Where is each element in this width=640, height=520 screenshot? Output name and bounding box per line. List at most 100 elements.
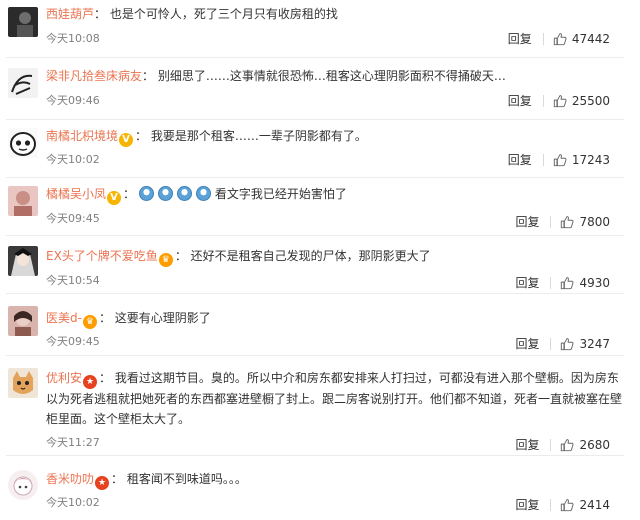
comment-text-line: 南橘北枳境境 V： 我要是那个租客……一辈子阴影都有了。 (46, 129, 367, 147)
comment-text-line: 医美d- ♛： 这要有心理阴影了 (46, 311, 211, 329)
reply-button[interactable]: 回复 (515, 215, 539, 229)
comment-item: 优利安 ★： 我看过这期节目。臭的。所以中介和房东都安排来人打扫过，可都没有进入那… (0, 356, 640, 456)
reply-button[interactable]: 回复 (515, 498, 539, 512)
avatar[interactable] (8, 470, 38, 500)
comment-text-line: 橘橘吴小凤 V： 看文字我已经开始害怕了 (46, 186, 347, 205)
timestamp: 今天10:02 (46, 496, 100, 509)
crying-emoji-icon (195, 186, 211, 201)
comment-item: 香米叻叻 ★： 租客闻不到味道吗。。。 今天10:02 回复 2414 (0, 456, 640, 520)
like-button[interactable]: 2680 (560, 438, 610, 452)
comment-content: 这要有心理阴影了 (114, 311, 211, 325)
comment-content: 租客闻不到味道吗。。。 (126, 472, 247, 486)
comment-text-line: 西娃葫芦： 也是个可怜人，死了三个月只有收房租的找 (46, 7, 338, 21)
cartoon-face-avatar-icon (8, 128, 38, 158)
reply-button[interactable]: 回复 (515, 438, 539, 452)
star-badge-icon: ★ (95, 476, 110, 490)
comment-actions: 回复 4930 (515, 276, 610, 290)
avatar[interactable] (8, 68, 38, 98)
thumbs-up-icon (561, 216, 574, 229)
timestamp: 今天09:45 (46, 212, 100, 225)
like-button[interactable]: 47442 (553, 32, 610, 46)
like-button[interactable]: 25500 (553, 94, 610, 108)
avatar[interactable] (8, 7, 38, 37)
username-link[interactable]: 香米叻叻 (46, 472, 94, 486)
verified-v-badge-icon: V (119, 133, 134, 147)
star-badge-icon: ★ (83, 375, 98, 389)
comment-actions: 回复 2414 (515, 498, 610, 512)
thumbs-up-icon (553, 154, 567, 167)
comment-actions: 回复 7800 (515, 215, 610, 229)
crown-badge-icon: ♛ (158, 253, 173, 267)
action-divider (542, 95, 544, 107)
action-divider (550, 499, 552, 511)
thumbs-up-icon (553, 33, 567, 46)
timestamp: 今天10:54 (46, 274, 100, 287)
avatar[interactable] (8, 186, 38, 216)
crown-badge-icon: ♛ (82, 315, 97, 329)
crying-emoji-icon (157, 186, 173, 201)
portrait-photo-avatar-icon (8, 306, 38, 336)
action-divider (542, 33, 544, 45)
reply-button[interactable]: 回复 (508, 153, 532, 167)
dark-portrait-avatar-icon (8, 7, 38, 37)
comment-item: 南橘北枳境境 V： 我要是那个租客……一辈子阴影都有了。 今天10:02 回复 1… (0, 120, 640, 178)
comment-content: 也是个可怜人，死了三个月只有收房租的找 (109, 7, 338, 21)
like-count: 17243 (571, 153, 610, 167)
action-divider (550, 439, 552, 451)
comment-text-line: 梁非凡拾叁床病友： 别细思了……这事情就很恐怖…租客这心理阴影面积不得捅破天… (46, 69, 506, 83)
like-button[interactable]: 3247 (560, 337, 610, 351)
like-count: 47442 (571, 32, 610, 46)
action-divider (542, 154, 544, 166)
verified-v-badge-icon: V (107, 191, 122, 205)
avatar[interactable] (8, 246, 38, 276)
crying-emoji-icon (176, 186, 192, 201)
username-link[interactable]: 橘橘吴小凤 (46, 187, 106, 201)
reply-button[interactable]: 回复 (508, 32, 532, 46)
comment-content: 我看过这期节目。臭的。所以中介和房东都安排来人打扫过，可都没有进入那个壁橱。因为… (46, 371, 623, 426)
pink-photo-avatar-icon (8, 186, 38, 216)
username-link[interactable]: 医美d- (46, 311, 82, 325)
like-count: 3247 (579, 337, 610, 351)
like-count: 4930 (579, 276, 610, 290)
like-button[interactable]: 17243 (553, 153, 610, 167)
avatar[interactable] (8, 128, 38, 158)
comment-actions: 回复 2680 (515, 438, 610, 452)
anime-avatar-icon (8, 246, 38, 276)
like-button[interactable]: 7800 (560, 215, 610, 229)
comment-content: 别细思了……这事情就很恐怖…租客这心理阴影面积不得捅破天… (157, 69, 506, 83)
username-link[interactable]: 南橘北枳境境 (46, 129, 118, 143)
like-count: 2680 (579, 438, 610, 452)
thumbs-up-icon (561, 277, 574, 290)
thumbs-up-icon (561, 439, 574, 452)
like-button[interactable]: 4930 (560, 276, 610, 290)
reply-button[interactable]: 回复 (515, 276, 539, 290)
cartoon-girl-avatar-icon (8, 470, 38, 500)
comment-content: 还好不是租客自己发现的尸体，那阴影更大了 (190, 249, 431, 263)
reply-button[interactable]: 回复 (508, 94, 532, 108)
avatar[interactable] (8, 306, 38, 336)
comment-item: 梁非凡拾叁床病友： 别细思了……这事情就很恐怖…租客这心理阴影面积不得捅破天… … (0, 58, 640, 120)
comment-content: 看文字我已经开始害怕了 (214, 187, 347, 201)
username-link[interactable]: EX头了个牌不爱吃鱼 (46, 249, 158, 263)
action-divider (550, 216, 552, 228)
timestamp: 今天09:46 (46, 94, 100, 107)
username-link[interactable]: 优利安 (46, 371, 82, 385)
comment-list: 西娃葫芦： 也是个可怜人，死了三个月只有收房租的找 今天10:08 回复 474… (0, 0, 640, 520)
like-count: 25500 (571, 94, 610, 108)
timestamp: 今天11:27 (46, 436, 100, 449)
comment-actions: 回复 47442 (508, 32, 610, 46)
avatar[interactable] (8, 368, 38, 398)
cat-avatar-icon (8, 368, 38, 398)
comment-text-block: 优利安 ★： 我看过这期节目。臭的。所以中介和房东都安排来人打扫过，可都没有进入那… (46, 371, 623, 426)
comment-actions: 回复 25500 (508, 94, 610, 108)
comment-text-line: EX头了个牌不爱吃鱼 ♛： 还好不是租客自己发现的尸体，那阴影更大了 (46, 249, 431, 267)
comment-actions: 回复 3247 (515, 337, 610, 351)
username-link[interactable]: 梁非凡拾叁床病友 (46, 69, 142, 83)
reply-button[interactable]: 回复 (515, 337, 539, 351)
like-button[interactable]: 2414 (560, 498, 610, 512)
comment-actions: 回复 17243 (508, 153, 610, 167)
thumbs-up-icon (553, 95, 567, 108)
username-link[interactable]: 西娃葫芦 (46, 7, 94, 21)
comment-item: EX头了个牌不爱吃鱼 ♛： 还好不是租客自己发现的尸体，那阴影更大了 今天10:5… (0, 236, 640, 294)
action-divider (550, 338, 552, 350)
